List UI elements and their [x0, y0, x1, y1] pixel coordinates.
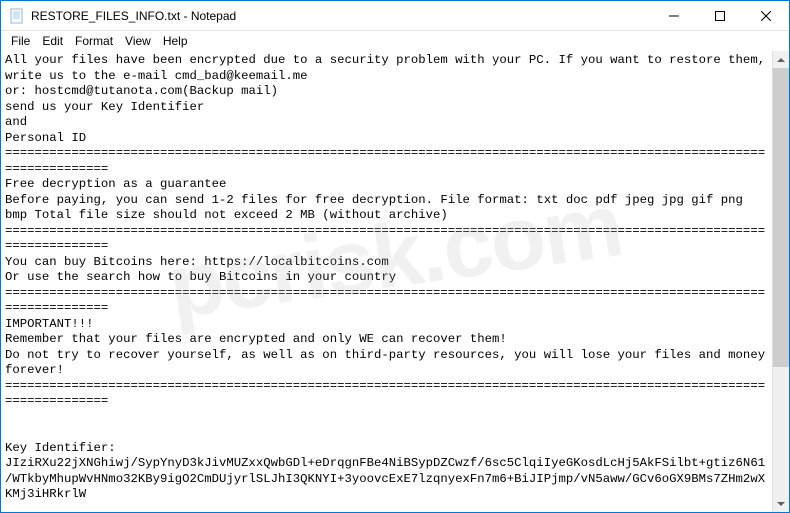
vertical-scrollbar[interactable]	[772, 51, 789, 512]
scroll-thumb[interactable]	[773, 68, 789, 367]
close-button[interactable]	[743, 1, 789, 30]
window-controls	[651, 1, 789, 30]
minimize-icon	[669, 11, 679, 21]
menu-view[interactable]: View	[119, 32, 157, 50]
content-area: All your files have been encrypted due t…	[1, 51, 789, 512]
chevron-down-icon	[777, 502, 785, 506]
chevron-up-icon	[777, 58, 785, 62]
maximize-icon	[715, 11, 725, 21]
maximize-button[interactable]	[697, 1, 743, 30]
window-title: RESTORE_FILES_INFO.txt - Notepad	[31, 9, 651, 23]
text-editor[interactable]: All your files have been encrypted due t…	[1, 51, 772, 512]
menubar: File Edit Format View Help	[1, 31, 789, 51]
minimize-button[interactable]	[651, 1, 697, 30]
titlebar: RESTORE_FILES_INFO.txt - Notepad	[1, 1, 789, 31]
close-icon	[761, 11, 771, 21]
menu-file[interactable]: File	[5, 32, 36, 50]
scroll-track[interactable]	[773, 68, 789, 495]
scroll-up-arrow[interactable]	[773, 51, 789, 68]
menu-help[interactable]: Help	[157, 32, 194, 50]
notepad-icon	[9, 8, 25, 24]
notepad-window: RESTORE_FILES_INFO.txt - Notepad File Ed…	[0, 0, 790, 513]
menu-edit[interactable]: Edit	[36, 32, 69, 50]
menu-format[interactable]: Format	[69, 32, 119, 50]
scroll-down-arrow[interactable]	[773, 495, 789, 512]
